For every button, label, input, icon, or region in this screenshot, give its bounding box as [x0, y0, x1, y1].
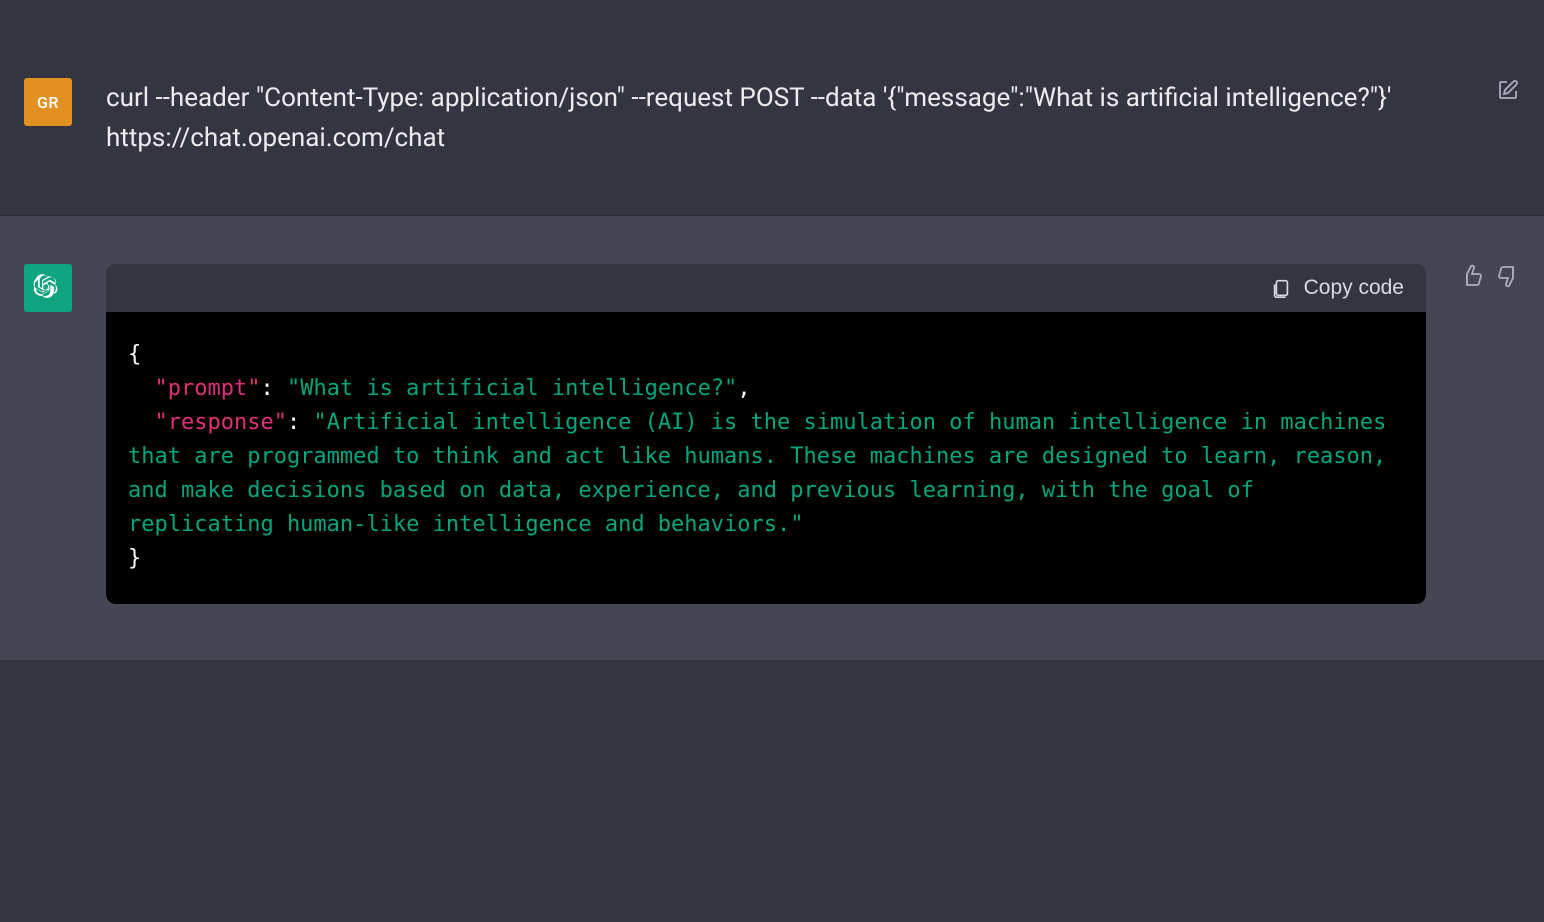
code-block-body[interactable]: { "prompt": "What is artificial intellig… — [106, 312, 1426, 605]
user-actions — [1496, 78, 1520, 159]
json-val-prompt: "What is artificial intelligence?" — [287, 376, 737, 401]
thumbs-down-icon[interactable] — [1496, 264, 1520, 288]
json-key-response: "response" — [155, 410, 287, 435]
user-avatar-initials: GR — [37, 93, 59, 112]
assistant-message-row: Copy code { "prompt": "What is artificia… — [0, 216, 1544, 662]
json-val-response: "Artificial intelligence (AI) is the sim… — [128, 410, 1400, 537]
assistant-avatar — [24, 264, 72, 312]
edit-icon[interactable] — [1496, 78, 1520, 102]
code-block-header: Copy code — [106, 264, 1426, 312]
assistant-content: Copy code { "prompt": "What is artificia… — [106, 264, 1446, 605]
user-content: curl --header "Content-Type: application… — [106, 78, 1482, 159]
user-message-text: curl --header "Content-Type: application… — [106, 78, 1462, 159]
user-avatar: GR — [24, 78, 72, 126]
avatar-column — [24, 264, 106, 605]
window-top-strip — [0, 0, 1544, 30]
json-key-prompt: "prompt" — [155, 376, 261, 401]
thumbs-up-icon[interactable] — [1460, 264, 1484, 288]
copy-code-button[interactable]: Copy code — [1270, 276, 1404, 300]
user-message-row: GR curl --header "Content-Type: applicat… — [0, 30, 1544, 216]
avatar-column: GR — [24, 78, 106, 159]
code-block: Copy code { "prompt": "What is artificia… — [106, 264, 1426, 605]
openai-logo-icon — [33, 273, 63, 303]
clipboard-icon — [1270, 277, 1292, 299]
copy-code-label: Copy code — [1304, 276, 1404, 300]
assistant-actions — [1460, 264, 1520, 605]
